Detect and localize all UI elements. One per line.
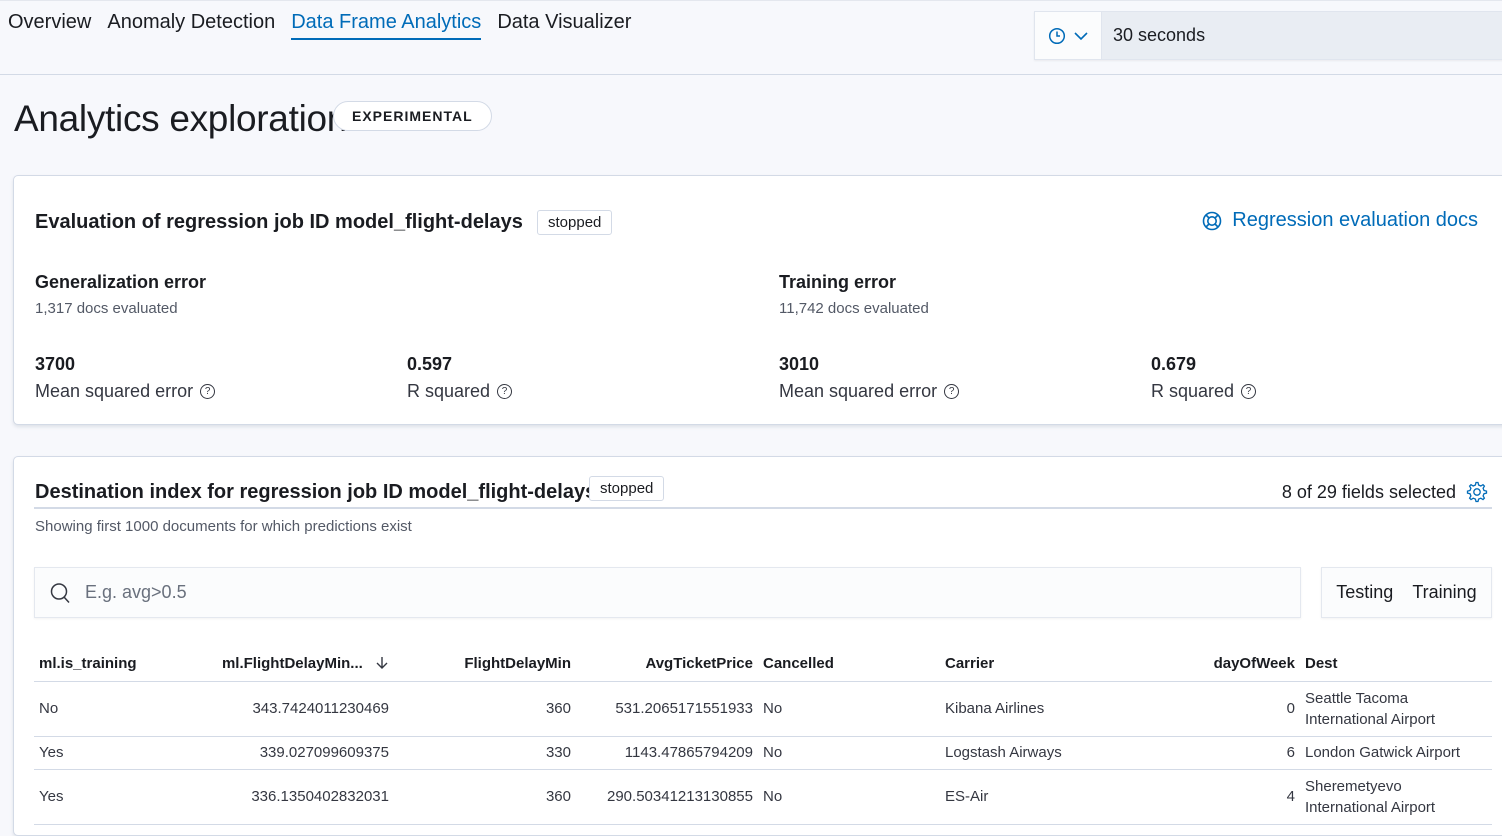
destination-subtitle: Showing first 1000 documents for which p… [35,518,412,535]
cell-ml-is-training: Yes [34,769,194,825]
cell-ml-flightdelaymin: 339.027099609375 [194,736,394,770]
search-icon [50,582,70,603]
cell-dest: London Gatwick Airport [1300,736,1492,770]
mse-label-text: Mean squared error [35,381,194,401]
chevron-down-icon [1074,31,1088,40]
status-badge: stopped [537,210,613,235]
cell-dest: Sheremetyevo International Airport [1300,769,1492,825]
generalization-rsq-label: R squared ? [407,381,513,402]
cell-ml-is-training: No [34,681,194,737]
evaluation-title: Evaluation of regression job ID model_fl… [35,211,523,233]
refresh-interval-button[interactable] [1035,12,1102,59]
generalization-docs-evaluated: 1,317 docs evaluated [35,300,178,317]
help-lifebuoy-icon [1202,211,1222,230]
cell-dayofweek: 0 [1110,681,1300,737]
search-bar [34,567,1301,618]
generalization-mse-label: Mean squared error ? [35,381,216,402]
experimental-badge: EXPERIMENTAL [333,101,492,131]
training-mse-label: Mean squared error ? [779,381,960,402]
tab-anomaly-detection[interactable]: Anomaly Detection [107,11,275,40]
column-header-carrier[interactable]: Carrier [940,647,1110,682]
regression-evaluation-docs-link[interactable]: Regression evaluation docs [1202,209,1478,232]
cell-avgticketprice: 531.2065171551933 [576,681,758,737]
fields-selector[interactable]: 8 of 29 fields selected [1282,481,1488,503]
docs-link-label: Regression evaluation docs [1232,209,1478,231]
page-title: Analytics exploration [14,98,348,139]
destination-title: Destination index for regression job ID … [35,481,597,503]
cell-flightdelaymin: 360 [394,681,576,737]
question-icon[interactable]: ? [1241,384,1257,399]
refresh-interval-picker: 30 seconds [1034,11,1502,60]
column-header-ml-flightdelaymin[interactable]: ml.FlightDelayMin... [194,647,394,682]
generalization-mse-value: 3700 [35,354,76,374]
cell-ml-flightdelaymin: 336.1350402832031 [194,769,394,825]
mse-label-text: Mean squared error [779,381,938,401]
filter-group: Testing Training [1321,567,1492,618]
evaluation-panel: Evaluation of regression job ID model_fl… [13,175,1502,425]
generalization-rsq-value: 0.597 [407,354,453,374]
question-icon[interactable]: ? [944,384,960,399]
table-row: Yes 336.1350402832031 360 290.5034121313… [34,769,1492,825]
table-header-row: ml.is_training ml.FlightDelayMin... Flig… [34,647,1492,682]
cell-carrier: Logstash Airways [940,736,1110,770]
column-header-dayofweek[interactable]: dayOfWeek [1110,647,1300,682]
filter-testing[interactable]: Testing [1336,582,1393,603]
cell-cancelled: No [758,769,940,825]
cell-dayofweek: 6 [1110,736,1300,770]
destination-index-panel: Destination index for regression job ID … [13,456,1502,836]
sort-descending-icon [376,657,388,670]
nav-tabs: Overview Anomaly Detection Data Frame An… [8,11,631,40]
question-icon[interactable]: ? [200,384,216,399]
rsq-label-text: R squared [407,381,491,401]
cell-avgticketprice: 290.50341213130855 [576,769,758,825]
column-header-flightdelaymin[interactable]: FlightDelayMin [394,647,576,682]
cell-ml-flightdelaymin: 343.7424011230469 [194,681,394,737]
gear-icon [1466,481,1488,503]
question-icon[interactable]: ? [497,384,513,399]
cell-cancelled: No [758,681,940,737]
training-error-title: Training error [779,272,897,292]
generalization-error-title: Generalization error [35,272,207,292]
top-bar: Overview Anomaly Detection Data Frame An… [0,0,1502,75]
rsq-label-text: R squared [1151,381,1235,401]
cell-carrier: ES-Air [940,769,1110,825]
clock-icon [1048,27,1066,44]
table-row: Yes 339.027099609375 330 1143.4786579420… [34,736,1492,770]
training-mse-value: 3010 [779,354,820,374]
column-header-cancelled[interactable]: Cancelled [758,647,940,682]
table-row: No 343.7424011230469 360 531.20651715519… [34,681,1492,737]
cell-ml-is-training: Yes [34,736,194,770]
cell-flightdelaymin: 330 [394,736,576,770]
cell-avgticketprice: 1143.47865794209 [576,736,758,770]
training-docs-evaluated: 11,742 docs evaluated [779,300,929,317]
filter-training[interactable]: Training [1412,582,1476,603]
refresh-interval-value[interactable]: 30 seconds [1102,12,1502,59]
column-header-ml-is-training[interactable]: ml.is_training [34,647,194,682]
tab-data-frame-analytics[interactable]: Data Frame Analytics [291,11,482,40]
cell-dest: Seattle Tacoma International Airport [1300,681,1492,737]
status-badge: stopped [589,476,665,501]
search-input[interactable] [85,582,1300,603]
training-rsq-label: R squared ? [1151,381,1257,402]
cell-carrier: Kibana Airlines [940,681,1110,737]
divider [34,507,1492,509]
tab-data-visualizer[interactable]: Data Visualizer [497,11,631,40]
cell-dayofweek: 4 [1110,769,1300,825]
cell-cancelled: No [758,736,940,770]
fields-selected-count: 8 of 29 fields selected [1281,481,1456,502]
column-header-avgticketprice[interactable]: AvgTicketPrice [576,647,758,682]
column-header-dest[interactable]: Dest [1300,647,1492,682]
results-table: ml.is_training ml.FlightDelayMin... Flig… [34,647,1492,825]
training-rsq-value: 0.679 [1151,354,1197,374]
cell-flightdelaymin: 360 [394,769,576,825]
tab-overview[interactable]: Overview [8,11,91,40]
column-header-label: ml.FlightDelayMin... [221,655,363,673]
